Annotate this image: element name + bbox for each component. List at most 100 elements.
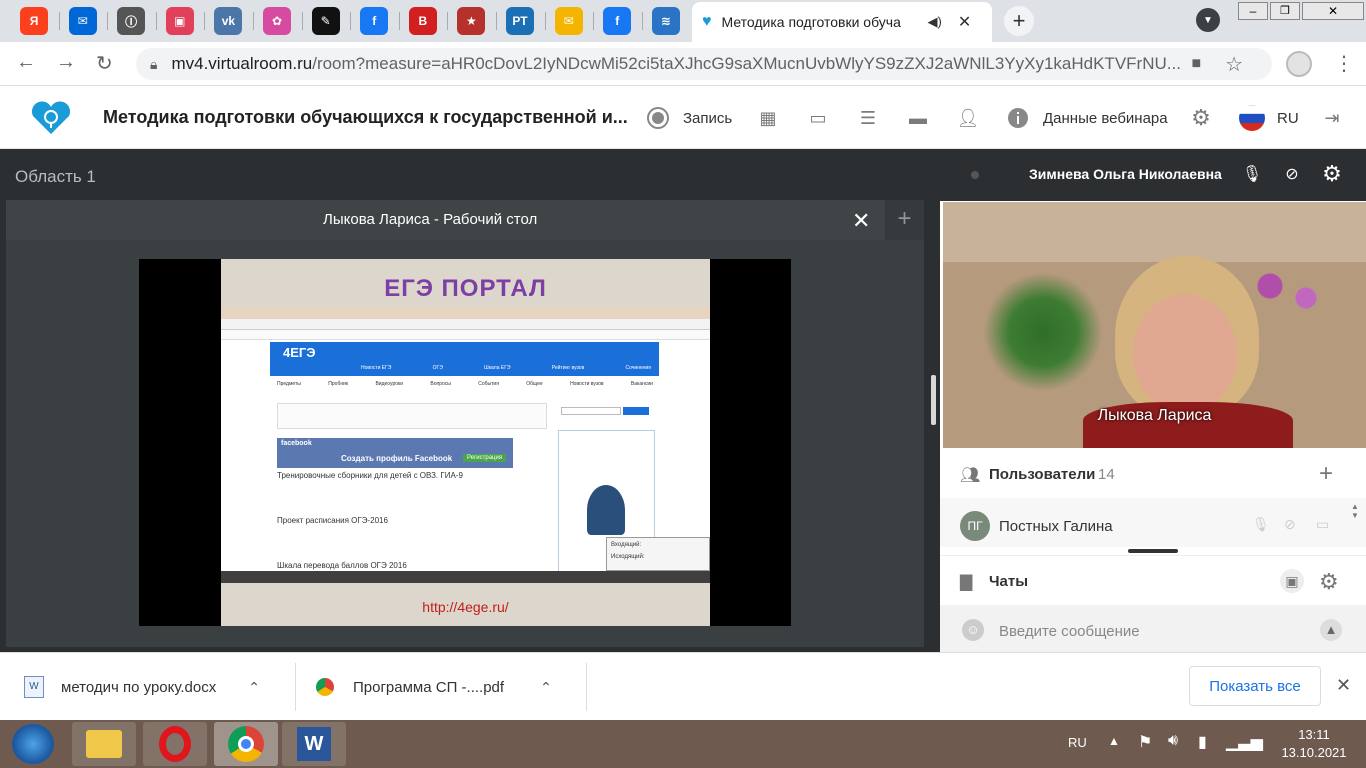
window-close-icon[interactable]: ✕ bbox=[1302, 2, 1364, 20]
emoji-icon[interactable]: ☺ bbox=[962, 619, 984, 641]
speaker-icon[interactable]: ◀) bbox=[928, 14, 942, 30]
chat-settings-icon[interactable]: ⚙ bbox=[1319, 569, 1339, 595]
info-icon[interactable] bbox=[1006, 106, 1030, 130]
site-nav: Новости ЕГЭ ОГЭ Шкала ЕГЭ Рейтинг вузов Сочи… bbox=[361, 365, 651, 371]
plant-leaves bbox=[983, 272, 1103, 392]
add-panel-icon[interactable]: + bbox=[885, 200, 924, 240]
tab-separator bbox=[544, 12, 546, 30]
rt-icon[interactable]: РТ bbox=[506, 7, 534, 35]
panel-header: Лыкова Лариса - Рабочий стол ✕ + bbox=[6, 200, 924, 240]
users-count: 14 bbox=[1098, 466, 1115, 483]
image-icon[interactable]: ▣ bbox=[165, 7, 194, 35]
site-menu-item: Вопросы bbox=[430, 381, 451, 387]
window-restore-icon[interactable]: ❐ bbox=[1270, 2, 1300, 20]
yandex-icon[interactable]: Я bbox=[20, 7, 48, 35]
volume-icon[interactable]: 🔊︎ bbox=[1168, 732, 1178, 750]
speaker-settings-icon[interactable]: ⚙ bbox=[1317, 159, 1347, 189]
power-icon[interactable]: ▮ bbox=[1198, 732, 1207, 752]
user-list-scrollbar[interactable]: ▲ ▼ bbox=[1348, 502, 1362, 544]
close-tab-icon[interactable]: ✕ bbox=[958, 12, 971, 32]
area-label: Область 1 bbox=[15, 167, 96, 186]
star-badge-icon[interactable]: ★ bbox=[457, 7, 486, 35]
screen-share-icon[interactable]: ▭ bbox=[806, 106, 830, 130]
folder-icon[interactable]: ▬ bbox=[906, 106, 930, 130]
webinar-data-label[interactable]: Данные вебинара bbox=[1043, 110, 1168, 127]
user-screen-icon[interactable]: ▭ bbox=[1316, 516, 1329, 533]
reload-icon[interactable]: ↻ bbox=[96, 51, 113, 76]
active-browser-tab[interactable]: ♥ Методика подготовки обуча ◀) ✕ bbox=[692, 2, 992, 42]
downloads-bar: W методич по уроку.docx ⌃ Программа СП -… bbox=[0, 652, 1366, 720]
window-minimize-icon[interactable]: – bbox=[1238, 2, 1268, 20]
bookmark-star-icon[interactable]: ☆ bbox=[1225, 52, 1243, 77]
language-label[interactable]: RU bbox=[1277, 110, 1299, 127]
wave-icon[interactable]: ≋ bbox=[651, 7, 680, 35]
message-input[interactable]: Введите сообщение bbox=[999, 623, 1140, 640]
show-all-downloads-button[interactable]: Показать все bbox=[1189, 666, 1321, 706]
document-icon[interactable]: Ⓘ bbox=[117, 7, 146, 35]
chat-window-icon[interactable]: ▣ bbox=[1280, 569, 1304, 593]
envelope-icon[interactable]: ✉ bbox=[554, 7, 583, 35]
settings-gear-icon[interactable]: ⚙ bbox=[1189, 105, 1213, 130]
mic-off-icon[interactable]: 🎙︎ bbox=[1237, 161, 1267, 189]
record-label[interactable]: Запись bbox=[683, 110, 732, 127]
back-icon[interactable]: ← bbox=[16, 51, 36, 74]
user-mic-icon[interactable]: 🎙︎ bbox=[1252, 516, 1270, 533]
address-bar[interactable]: 🔒︎ mv4.virtualroom.ru/room?measure=aHR0c… bbox=[136, 48, 1272, 80]
tab-separator bbox=[350, 12, 352, 30]
flower-icon[interactable]: ✿ bbox=[263, 7, 291, 35]
chats-label: Чаты bbox=[989, 573, 1029, 590]
start-button-icon[interactable] bbox=[12, 724, 54, 764]
new-tab-button[interactable]: + bbox=[1004, 6, 1034, 36]
layout-grid-icon[interactable]: ▦ bbox=[756, 106, 780, 130]
site-menu-item: События bbox=[478, 381, 499, 387]
camera-off-icon[interactable]: ⊘ bbox=[1277, 161, 1307, 189]
chevron-up-icon[interactable]: ⌃ bbox=[540, 679, 552, 696]
notes-icon[interactable]: ☰ bbox=[856, 106, 880, 130]
russian-flag-icon[interactable] bbox=[1239, 105, 1265, 131]
explorer-taskbar-icon[interactable] bbox=[72, 722, 136, 766]
user-camera-icon[interactable]: ⊘ bbox=[1284, 516, 1296, 533]
chrome-taskbar-icon[interactable] bbox=[214, 722, 278, 766]
keyboard-language[interactable]: RU bbox=[1068, 735, 1087, 750]
embedded-browser-screenshot: 4ЕГЭ Новости ЕГЭ ОГЭ Шкала ЕГЭ Рейтинг вузо… bbox=[221, 307, 710, 583]
app-logo-icon[interactable] bbox=[30, 101, 72, 135]
mail-icon[interactable]: ✉ bbox=[68, 7, 97, 35]
close-panel-icon[interactable]: ✕ bbox=[852, 208, 870, 234]
dark-app-icon[interactable]: ✎ bbox=[311, 7, 340, 35]
splitter-handle[interactable] bbox=[931, 375, 936, 425]
chevron-up-icon[interactable]: ⌃ bbox=[248, 679, 260, 696]
facebook-icon[interactable]: f bbox=[603, 7, 632, 35]
tab-separator bbox=[593, 12, 595, 30]
network-icon[interactable]: ▁▃▅ bbox=[1226, 732, 1263, 752]
red-book-icon[interactable]: В bbox=[408, 7, 437, 35]
vk-icon[interactable]: vk bbox=[214, 7, 243, 35]
menu-dots-icon[interactable]: ⋮ bbox=[1334, 51, 1354, 76]
profile-avatar[interactable] bbox=[1286, 51, 1312, 77]
system-clock[interactable]: 13:11 13.10.2021 bbox=[1262, 726, 1366, 762]
lock-icon: 🔒︎ bbox=[150, 55, 158, 72]
presentation-stage: Область 1 Лыкова Лариса - Рабочий стол ✕… bbox=[0, 149, 940, 652]
record-icon[interactable] bbox=[646, 106, 670, 130]
status-dot-icon bbox=[971, 171, 979, 179]
section-resize-handle[interactable] bbox=[1128, 549, 1178, 553]
facebook-icon[interactable]: f bbox=[360, 7, 389, 35]
opera-taskbar-icon[interactable] bbox=[143, 722, 207, 766]
send-icon[interactable]: ▲ bbox=[1320, 619, 1342, 641]
close-downloads-icon[interactable]: ✕ bbox=[1336, 675, 1351, 696]
download-item-docx[interactable]: W методич по уроку.docx ⌃ bbox=[24, 653, 294, 721]
user-settings-icon[interactable]: 👤︎ bbox=[956, 106, 980, 130]
show-hidden-icons-icon[interactable]: ▲ bbox=[1108, 734, 1120, 748]
user-list-item[interactable]: ПГ Постных Галина 🎙︎ ⊘ ▭ bbox=[940, 508, 1344, 544]
forward-icon[interactable]: → bbox=[56, 51, 76, 74]
tab-search-icon[interactable]: ▼ bbox=[1196, 8, 1220, 32]
word-taskbar-icon[interactable]: W bbox=[282, 722, 346, 766]
exit-icon[interactable]: ⇥ bbox=[1320, 106, 1344, 130]
clock-time: 13:11 bbox=[1298, 727, 1330, 742]
add-user-icon[interactable]: + bbox=[1319, 460, 1333, 488]
download-item-pdf[interactable]: Программа СП -....pdf ⌃ bbox=[316, 653, 586, 721]
browser-toolbar: ← → ↻ 🔒︎ mv4.virtualroom.ru/room?measure… bbox=[0, 42, 1366, 86]
camera-icon[interactable]: ■ bbox=[1191, 55, 1201, 73]
tab-separator bbox=[447, 12, 449, 30]
tray-app-icon[interactable]: ⚑ bbox=[1138, 732, 1152, 752]
chrome-file-icon bbox=[316, 678, 334, 696]
